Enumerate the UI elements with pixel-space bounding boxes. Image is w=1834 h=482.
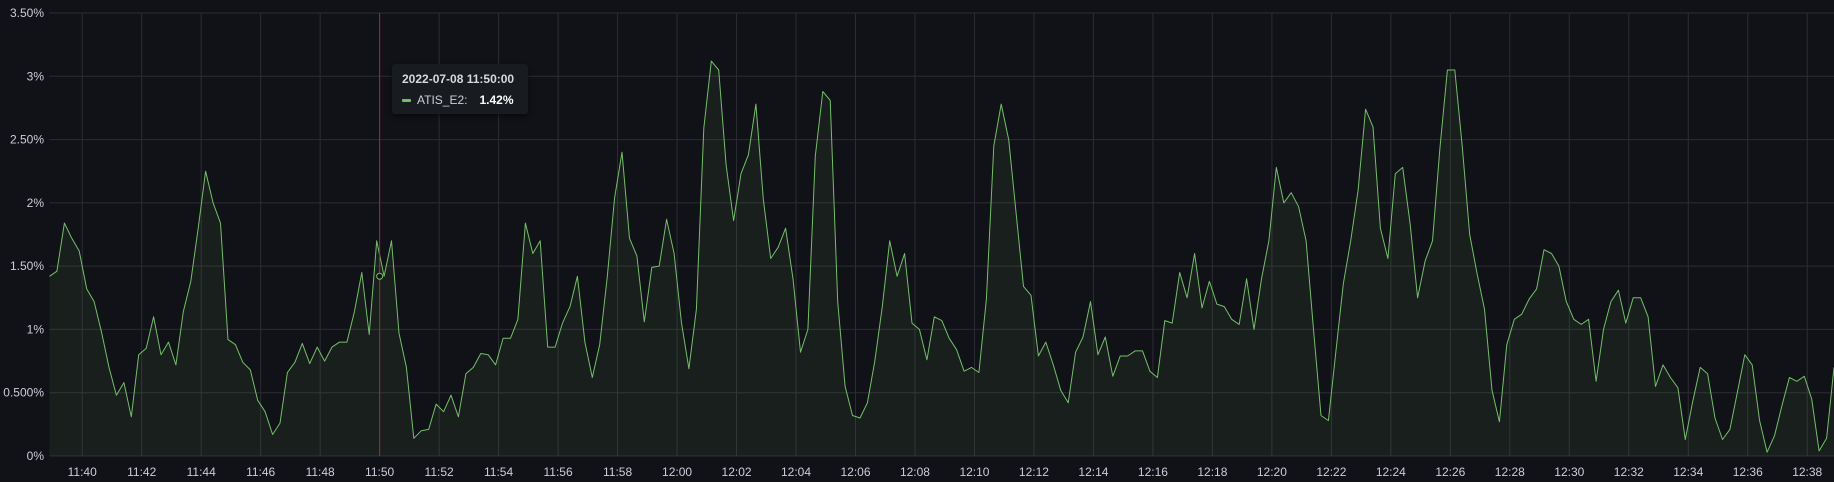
x-tick-label: 12:20: [1257, 465, 1287, 479]
x-tick-label: 12:24: [1376, 465, 1406, 479]
x-tick-label: 11:50: [365, 465, 394, 479]
x-tick-label: 12:22: [1316, 465, 1346, 479]
tooltip-value: 1.42%: [479, 93, 514, 107]
tooltip-time: 2022-07-08 11:50:00: [402, 72, 515, 86]
x-tick-label: 11:42: [127, 465, 156, 479]
x-tick-label: 12:08: [900, 465, 930, 479]
x-tick-label: 11:46: [246, 465, 275, 479]
y-axis-tick-labels: 0% 0.500% 1% 1.50% 2% 2.50% 3% 3.50%: [3, 6, 44, 463]
hover-point: [376, 272, 384, 280]
x-tick-label: 11:44: [187, 465, 216, 479]
x-tick-label: 11:54: [484, 465, 513, 479]
x-tick-label: 12:30: [1554, 465, 1584, 479]
y-tick-label: 0%: [27, 449, 45, 463]
x-tick-label: 11:52: [425, 465, 454, 479]
x-tick-label: 12:38: [1792, 465, 1822, 479]
series-area-fill: [49, 61, 1834, 456]
x-tick-label: 12:32: [1614, 465, 1644, 479]
tooltip-row: ATIS_E2: 1.42%: [402, 93, 518, 107]
x-axis-tick-labels: 11:40 11:42 11:44 11:46 11:48 11:50 11:52 11:54…: [68, 465, 1823, 479]
x-tick-label: 12:02: [722, 465, 752, 479]
x-tick-label: 11:48: [306, 465, 335, 479]
x-tick-label: 12:36: [1733, 465, 1763, 479]
x-tick-label: 12:04: [781, 465, 811, 479]
tooltip-series-name: ATIS_E2:: [417, 93, 468, 107]
y-tick-label: 3.50%: [10, 6, 44, 20]
y-tick-label: 2.50%: [10, 133, 44, 147]
y-tick-label: 1%: [27, 322, 45, 336]
x-tick-label: 12:16: [1138, 465, 1168, 479]
x-tick-label: 12:14: [1078, 465, 1108, 479]
x-tick-label: 12:06: [840, 465, 870, 479]
x-tick-label: 11:58: [603, 465, 632, 479]
x-tick-label: 12:18: [1197, 465, 1227, 479]
y-tick-label: 0.500%: [3, 386, 44, 400]
x-tick-label: 11:40: [68, 465, 97, 479]
hover-tooltip: 2022-07-08 11:50:00 ATIS_E2: 1.42%: [392, 64, 528, 114]
y-tick-label: 3%: [27, 69, 45, 83]
y-tick-label: 2%: [27, 196, 45, 210]
x-tick-label: 11:56: [544, 465, 573, 479]
series-color-swatch: [402, 98, 411, 102]
x-tick-label: 12:00: [662, 465, 692, 479]
x-tick-label: 12:34: [1673, 465, 1703, 479]
x-tick-label: 12:12: [1019, 465, 1049, 479]
time-series-chart[interactable]: 0% 0.500% 1% 1.50% 2% 2.50% 3% 3.50% 11:40 11:42…: [0, 0, 1834, 482]
x-tick-label: 12:10: [959, 465, 989, 479]
x-tick-label: 12:26: [1435, 465, 1465, 479]
x-tick-label: 12:28: [1495, 465, 1525, 479]
y-tick-label: 1.50%: [10, 259, 44, 273]
